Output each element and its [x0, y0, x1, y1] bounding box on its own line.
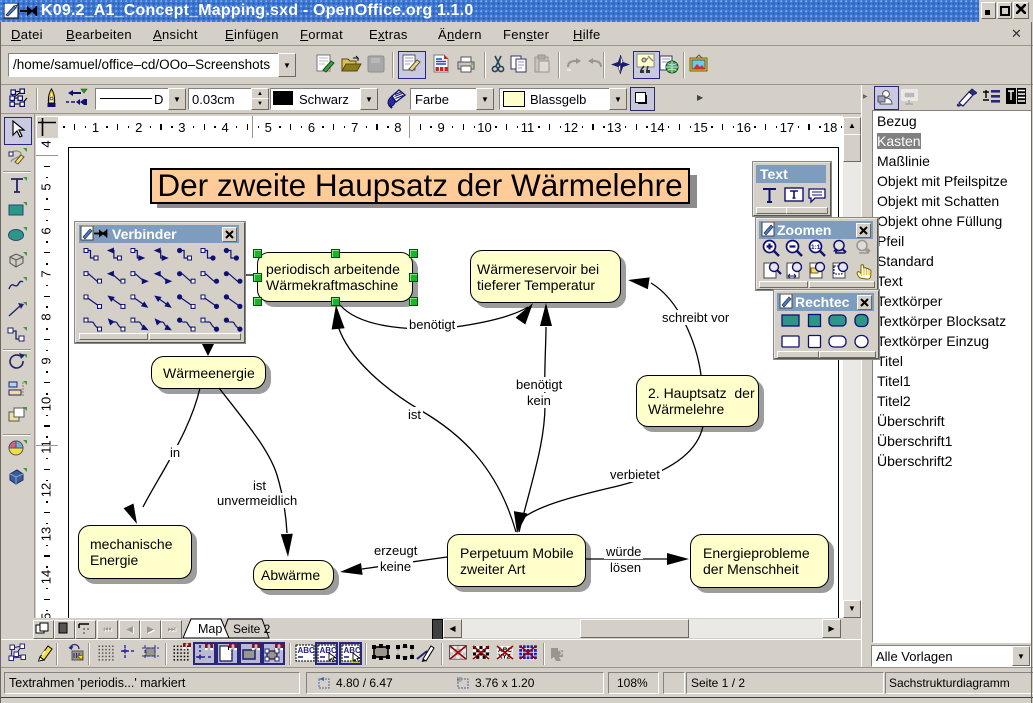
svg-text:Seite 2: Seite 2	[233, 622, 271, 636]
svg-text:ABC: ABC	[344, 646, 361, 655]
svg-text:1:1: 1:1	[811, 244, 821, 251]
svg-text:ABC: ABC	[298, 646, 316, 655]
svg-text:Map: Map	[198, 622, 222, 636]
svg-text:ABC: ABC	[320, 646, 337, 655]
